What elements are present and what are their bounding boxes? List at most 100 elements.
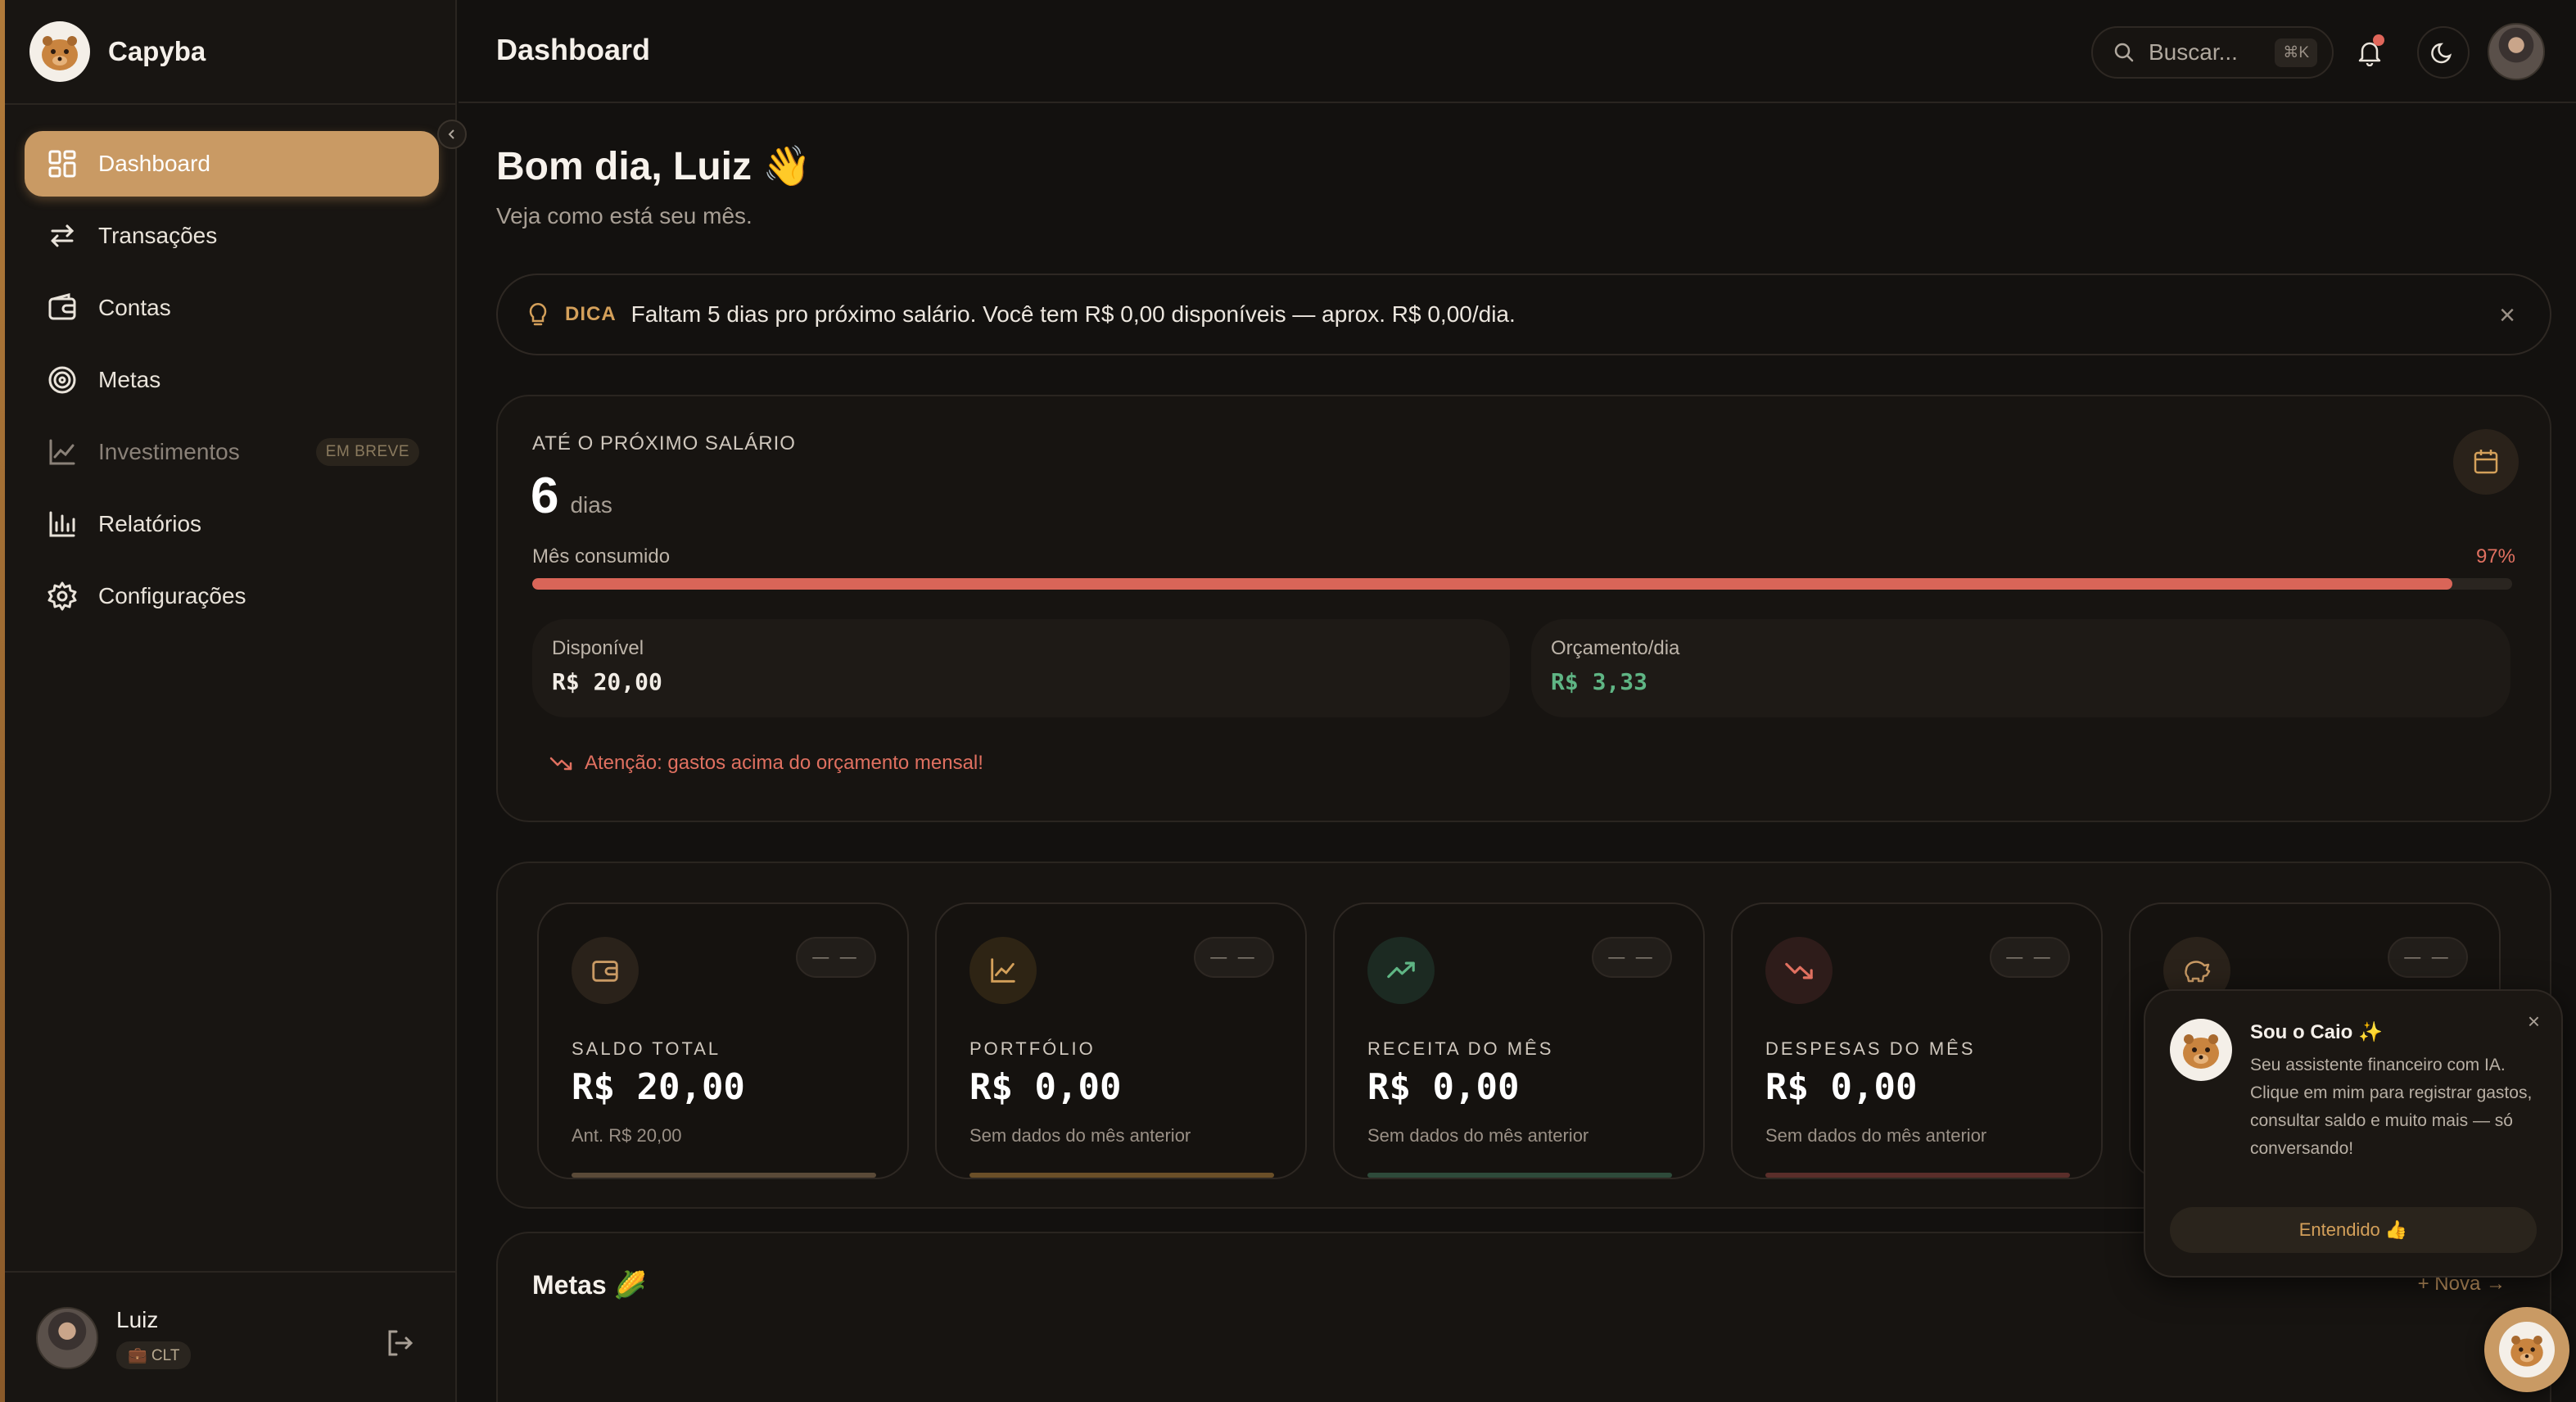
stat-card-despesas[interactable]: — — DESPESAS DO MÊS R$ 0,00 Sem dados do… [1731,902,2103,1179]
chart-line-icon [49,439,75,465]
stat-card-saldo-total[interactable]: — — SALDO TOTAL R$ 20,00 Ant. R$ 20,00 [537,902,909,1179]
stat-note: Sem dados do mês anterior [969,1125,1191,1146]
stat-value: R$ 20,00 [572,1066,745,1108]
stat-value: R$ 0,00 [1765,1066,1918,1108]
available-box: Disponível R$ 20,00 [532,619,1510,717]
daily-budget-value: R$ 3,33 [1551,668,1648,695]
stat-card-receita[interactable]: — — RECEITA DO MÊS R$ 0,00 Sem dados do … [1333,902,1705,1179]
sidebar-item-label: Dashboard [98,151,210,176]
user-name: Luiz [116,1307,159,1332]
change-pill: — — [1592,937,1672,978]
stat-accent-bar [1367,1173,1672,1178]
stat-accent-bar [572,1173,876,1178]
sidebar-item-label: Metas [98,367,161,392]
stat-value: R$ 0,00 [969,1066,1122,1108]
chart-line-icon [969,937,1037,1004]
theme-toggle-button[interactable] [2417,26,2470,79]
arrows-icon [51,224,75,247]
calendar-icon [2474,450,2498,474]
salary-card: ATÉ O PRÓXIMO SALÁRIO 6 dias Mês consumi… [496,395,2551,822]
change-pill: — — [1990,937,2070,978]
sidebar-footer-divider [5,1271,457,1273]
shortcut-hint: ⌘K [2275,38,2317,67]
stat-title: DESPESAS DO MÊS [1765,1038,1976,1059]
progress-label: Mês consumido [532,545,671,568]
tip-banner: DICA Faltam 5 dias pro próximo salário. … [496,274,2551,355]
sidebar-item-label: Contas [98,295,171,320]
warning-text: Atenção: gastos acima do orçamento mensa… [585,752,983,774]
tip-tag: DICA [565,303,617,325]
avatar [36,1307,98,1369]
available-value: R$ 20,00 [552,668,662,695]
app-root: Capyba Dashboard Transações Contas Metas [0,0,2576,1402]
stat-accent-bar [1765,1173,2070,1178]
change-pill: — — [2388,937,2468,978]
gear-icon [47,581,77,611]
stat-card-portfolio[interactable]: — — PORTFÓLIO R$ 0,00 Sem dados do mês a… [935,902,1307,1179]
stat-note: Ant. R$ 20,00 [572,1125,682,1146]
stat-title: RECEITA DO MÊS [1367,1038,1554,1059]
coming-soon-badge: EM BREVE [315,438,419,466]
sidebar-item-label: Investimentos [98,439,240,464]
capybara-logo-icon [2170,1019,2232,1081]
sidebar-item-contas[interactable]: Contas [25,275,439,341]
brand-name: Capyba [108,36,206,66]
sidebar: Capyba Dashboard Transações Contas Metas [5,0,467,1402]
month-progress-bar [532,578,2512,590]
available-label: Disponível [552,637,644,659]
assistant-title: Sou o Caio ✨ [2250,1021,2383,1043]
dashboard-icon [48,150,76,178]
calendar-button[interactable] [2453,429,2519,495]
assistant-fab-button[interactable] [2484,1307,2569,1392]
daily-budget-label: Orçamento/dia [1551,637,1680,659]
sidebar-item-label: Transações [98,223,218,248]
sidebar-item-label: Configurações [98,583,246,608]
stat-title: SALDO TOTAL [572,1038,721,1059]
assistant-popup: Sou o Caio ✨ Seu assistente financeiro c… [2144,989,2563,1278]
close-icon[interactable]: × [2499,300,2515,332]
sidebar-item-label: Relatórios [98,511,202,536]
employment-badge: 💼 CLT [116,1341,192,1369]
brand[interactable]: Capyba [29,21,206,82]
stat-value: R$ 0,00 [1367,1066,1520,1108]
days-unit: dias [570,492,612,518]
notification-dot [2373,34,2384,46]
wallet-icon [48,293,76,320]
tip-text: Faltam 5 dias pro próximo salário. Você … [630,301,1516,327]
stat-note: Sem dados do mês anterior [1765,1125,1987,1146]
goals-title: Metas 🌽 [532,1270,647,1300]
logout-icon[interactable] [382,1325,418,1361]
sidebar-item-dashboard[interactable]: Dashboard [25,131,439,197]
budget-warning: Atenção: gastos acima do orçamento mensa… [549,752,983,775]
sidebar-item-configuracoes[interactable]: Configurações [25,563,439,629]
close-icon[interactable]: × [2528,1009,2540,1034]
sidebar-item-transacoes[interactable]: Transações [25,203,439,269]
trending-down-icon [549,757,572,771]
assistant-text: Seu assistente financeiro com IA. Clique… [2250,1056,2533,1158]
bar-chart-icon [49,511,75,537]
sidebar-item-relatorios[interactable]: Relatórios [25,491,439,557]
collapse-sidebar-button[interactable] [437,120,467,149]
search-placeholder: Buscar... [2149,39,2238,65]
user-profile[interactable]: Luiz 💼 CLT [36,1307,192,1369]
top-bar: Dashboard Buscar... ⌘K [459,0,2576,103]
salary-label: ATÉ O PRÓXIMO SALÁRIO [532,432,796,455]
stat-note: Sem dados do mês anterior [1367,1125,1589,1146]
notifications-button[interactable] [2343,26,2396,79]
search-input[interactable]: Buscar... ⌘K [2091,26,2334,79]
change-pill: — — [1194,937,1274,978]
sidebar-divider [5,103,457,105]
user-avatar-button[interactable] [2488,23,2545,80]
chevron-left-icon [448,129,454,139]
sidebar-nav: Dashboard Transações Contas Metas Invest… [25,131,439,635]
stat-accent-bar [969,1173,1274,1178]
days-until-salary: 6 dias [531,467,612,525]
understood-button[interactable]: Entendido 👍 [2170,1207,2537,1253]
capybara-logo-icon [29,21,90,82]
trending-up-icon [1367,937,1435,1004]
sidebar-item-metas[interactable]: Metas [25,347,439,413]
capybara-logo-icon [2499,1322,2555,1377]
target-icon [48,366,76,394]
lightbulb-icon [529,303,547,326]
change-pill: — — [796,937,876,978]
